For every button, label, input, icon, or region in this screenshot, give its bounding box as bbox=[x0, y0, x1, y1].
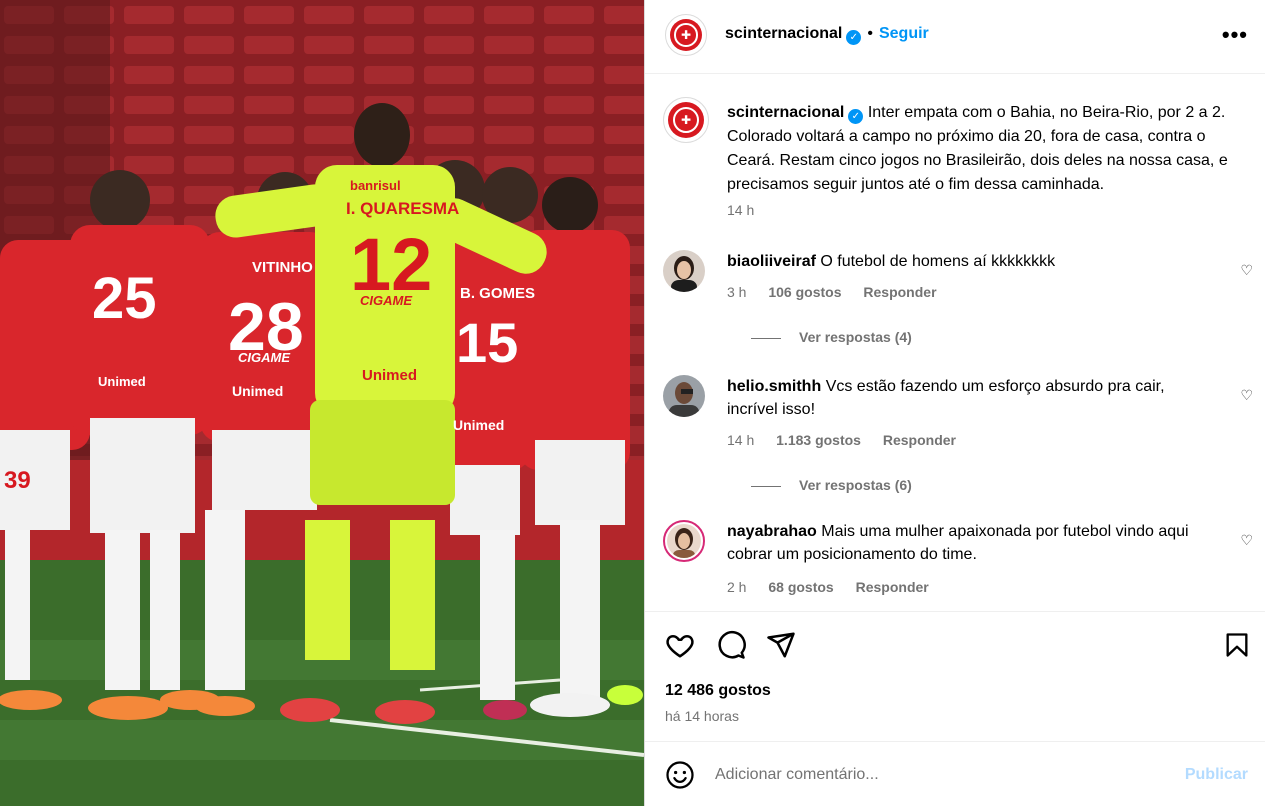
p25-number-text: 25 bbox=[92, 266, 157, 331]
replies-divider bbox=[751, 337, 781, 339]
replies-divider bbox=[751, 485, 781, 487]
commenter-avatar[interactable] bbox=[663, 250, 705, 292]
like-comment-heart-icon[interactable]: ♡ bbox=[1240, 387, 1253, 404]
verified-badge-icon: ✓ bbox=[846, 30, 862, 45]
comment-time[interactable]: 14 h bbox=[727, 432, 754, 448]
p25-belly-sponsor: Unimed bbox=[98, 374, 146, 389]
caption-text-block: scinternacional ✓ Inter empata com o Bahi… bbox=[727, 101, 1257, 197]
share-paper-plane-icon[interactable] bbox=[766, 630, 796, 660]
like-heart-icon[interactable] bbox=[665, 630, 695, 660]
caption-avatar[interactable]: ✚ bbox=[663, 97, 709, 143]
verified-badge-icon: ✓ bbox=[848, 109, 864, 124]
view-replies-button[interactable]: Ver respostas (6) bbox=[751, 477, 912, 493]
inter-logo-icon: ✚ bbox=[673, 107, 699, 133]
save-bookmark-icon[interactable] bbox=[1223, 630, 1251, 660]
comment-time[interactable]: 3 h bbox=[727, 284, 746, 300]
post-header: ✚ scinternacional ✓ • Seguir ••• bbox=[645, 0, 1265, 74]
like-comment-heart-icon[interactable]: ♡ bbox=[1240, 532, 1253, 549]
post-photo[interactable]: banrisul I. QUARESMA 12 CIGAME Unimed VI… bbox=[0, 0, 644, 806]
likes-count[interactable]: 12 486 gostos bbox=[665, 682, 771, 700]
comment-username[interactable]: nayabrahao bbox=[727, 523, 817, 540]
publish-button[interactable]: Publicar bbox=[1185, 766, 1248, 784]
comment-time[interactable]: 2 h bbox=[727, 579, 746, 595]
inter-logo-icon: ✚ bbox=[674, 23, 698, 47]
comments-list[interactable]: ✚ scinternacional ✓ Inter empata com o Ba… bbox=[645, 75, 1265, 611]
commenter-avatar-story-ring[interactable] bbox=[663, 520, 705, 562]
comment-username[interactable]: biaoliiveiraf bbox=[727, 253, 816, 270]
p28-name-text: VITINHO bbox=[252, 259, 313, 276]
post-time[interactable]: há 14 horas bbox=[665, 708, 739, 724]
p15-name-text: B. GOMES bbox=[460, 285, 535, 302]
keeper-chest-sponsor: CIGAME bbox=[360, 293, 412, 308]
reply-button[interactable]: Responder bbox=[856, 579, 929, 595]
commenter-avatar[interactable] bbox=[663, 375, 705, 417]
keeper-sponsor-text: banrisul bbox=[350, 178, 401, 193]
comment-username[interactable]: helio.smithh bbox=[727, 378, 821, 395]
post-panel: ✚ scinternacional ✓ • Seguir ••• ✚ scintern… bbox=[644, 0, 1265, 806]
keeper-belly-sponsor: Unimed bbox=[362, 367, 417, 384]
author-avatar[interactable]: ✚ bbox=[665, 14, 707, 56]
view-replies-label: Ver respostas (6) bbox=[799, 477, 912, 493]
p28-chest-sponsor: CIGAME bbox=[238, 350, 290, 365]
keeper-name-text: I. QUARESMA bbox=[346, 199, 459, 218]
emoji-icon[interactable] bbox=[665, 760, 695, 790]
add-comment-bar: Publicar bbox=[645, 741, 1265, 806]
reply-button[interactable]: Responder bbox=[883, 432, 956, 448]
comment-input[interactable] bbox=[715, 762, 1155, 788]
comment-likes[interactable]: 1.183 gostos bbox=[776, 432, 861, 448]
comment-likes[interactable]: 106 gostos bbox=[768, 284, 841, 300]
author-username[interactable]: scinternacional bbox=[725, 25, 842, 42]
caption-time[interactable]: 14 h bbox=[727, 202, 754, 218]
comment-likes[interactable]: 68 gostos bbox=[768, 579, 833, 595]
separator-dot: • bbox=[867, 25, 873, 42]
comment-bubble-icon[interactable] bbox=[716, 630, 746, 660]
p15-belly-sponsor: Unimed bbox=[453, 417, 504, 433]
p39-number-text: 39 bbox=[4, 467, 31, 494]
p28-belly-sponsor: Unimed bbox=[232, 383, 283, 399]
comment-text: O futebol de homens aí kkkkkkkk bbox=[820, 253, 1056, 270]
team-huddle-image: banrisul I. QUARESMA 12 CIGAME Unimed VI… bbox=[0, 0, 644, 806]
reply-button[interactable]: Responder bbox=[863, 284, 936, 300]
like-comment-heart-icon[interactable]: ♡ bbox=[1240, 262, 1253, 279]
post-actions: 12 486 gostos há 14 horas bbox=[645, 611, 1265, 741]
caption-username[interactable]: scinternacional bbox=[727, 104, 844, 121]
view-replies-button[interactable]: Ver respostas (4) bbox=[751, 329, 912, 345]
p15-number-text: 15 bbox=[456, 311, 518, 374]
more-options-icon[interactable]: ••• bbox=[1222, 22, 1248, 48]
follow-button[interactable]: Seguir bbox=[879, 25, 929, 42]
view-replies-label: Ver respostas (4) bbox=[799, 329, 912, 345]
